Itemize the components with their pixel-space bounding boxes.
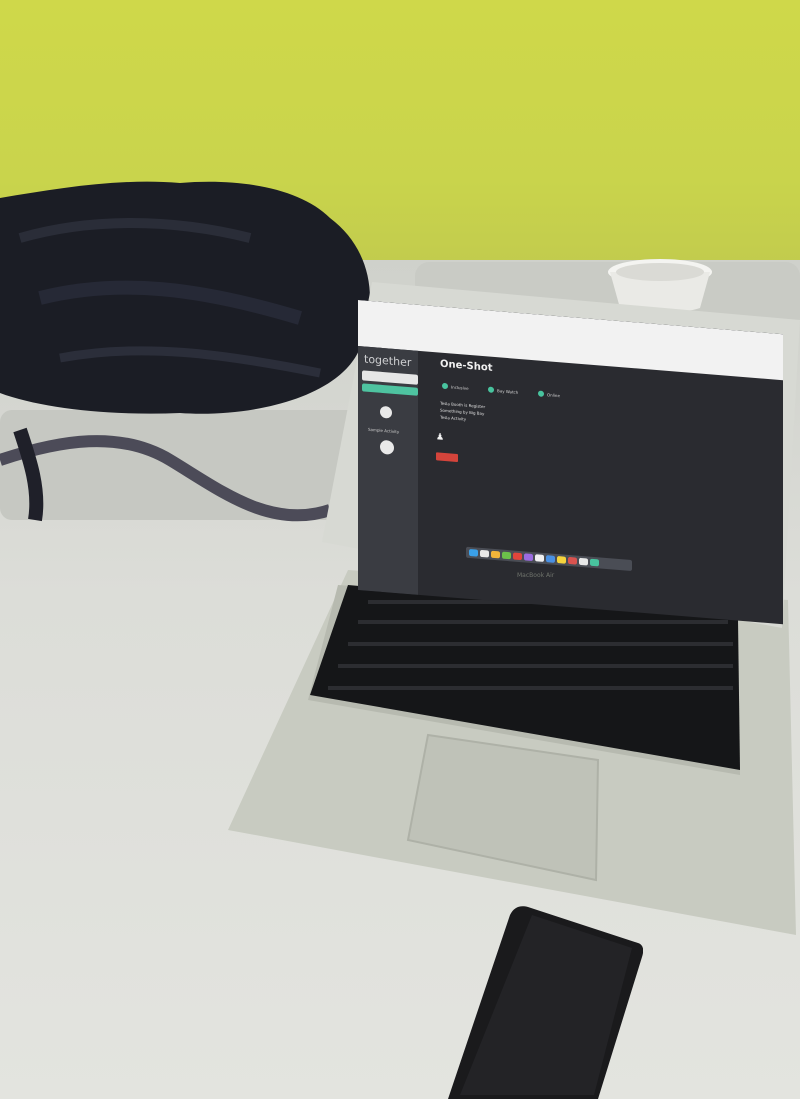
dock-app-icon[interactable] <box>480 549 489 558</box>
tag-dot-icon <box>538 390 544 397</box>
dock-app-icon[interactable] <box>579 557 588 566</box>
dock-app-icon[interactable] <box>513 552 522 561</box>
dock-app-icon[interactable] <box>491 550 500 559</box>
backpack-strap <box>0 427 332 522</box>
tag-dot-icon <box>442 382 448 390</box>
tag-2[interactable]: Bay Watch <box>488 386 518 394</box>
add-circle-icon[interactable] <box>380 439 394 455</box>
dock-app-icon[interactable] <box>546 555 555 563</box>
dock-app-icon[interactable] <box>557 556 566 564</box>
page-title: One-Shot <box>440 358 493 374</box>
user-icon: ♟ <box>436 432 445 443</box>
avatar-icon[interactable] <box>380 405 392 419</box>
tag-3[interactable]: Online <box>538 390 560 398</box>
tag-dot-icon <box>488 386 494 393</box>
smartphone <box>448 906 643 1099</box>
macos-dock <box>466 546 632 572</box>
tag-1[interactable]: Inclusive <box>442 382 469 391</box>
dock-app-icon[interactable] <box>568 556 577 565</box>
laptop-screen: together Sample Activity One-Shot Inclus… <box>358 300 783 625</box>
dock-app-icon[interactable] <box>535 554 544 562</box>
laptop-brand-label: MacBook Air <box>517 572 555 579</box>
dock-app-icon[interactable] <box>469 548 478 557</box>
info-line-3: Tesla Activity <box>440 414 467 422</box>
dock-app-icon[interactable] <box>502 551 511 560</box>
join-button[interactable] <box>436 452 458 463</box>
dock-app-icon[interactable] <box>524 553 533 562</box>
dock-app-icon[interactable] <box>590 558 599 567</box>
